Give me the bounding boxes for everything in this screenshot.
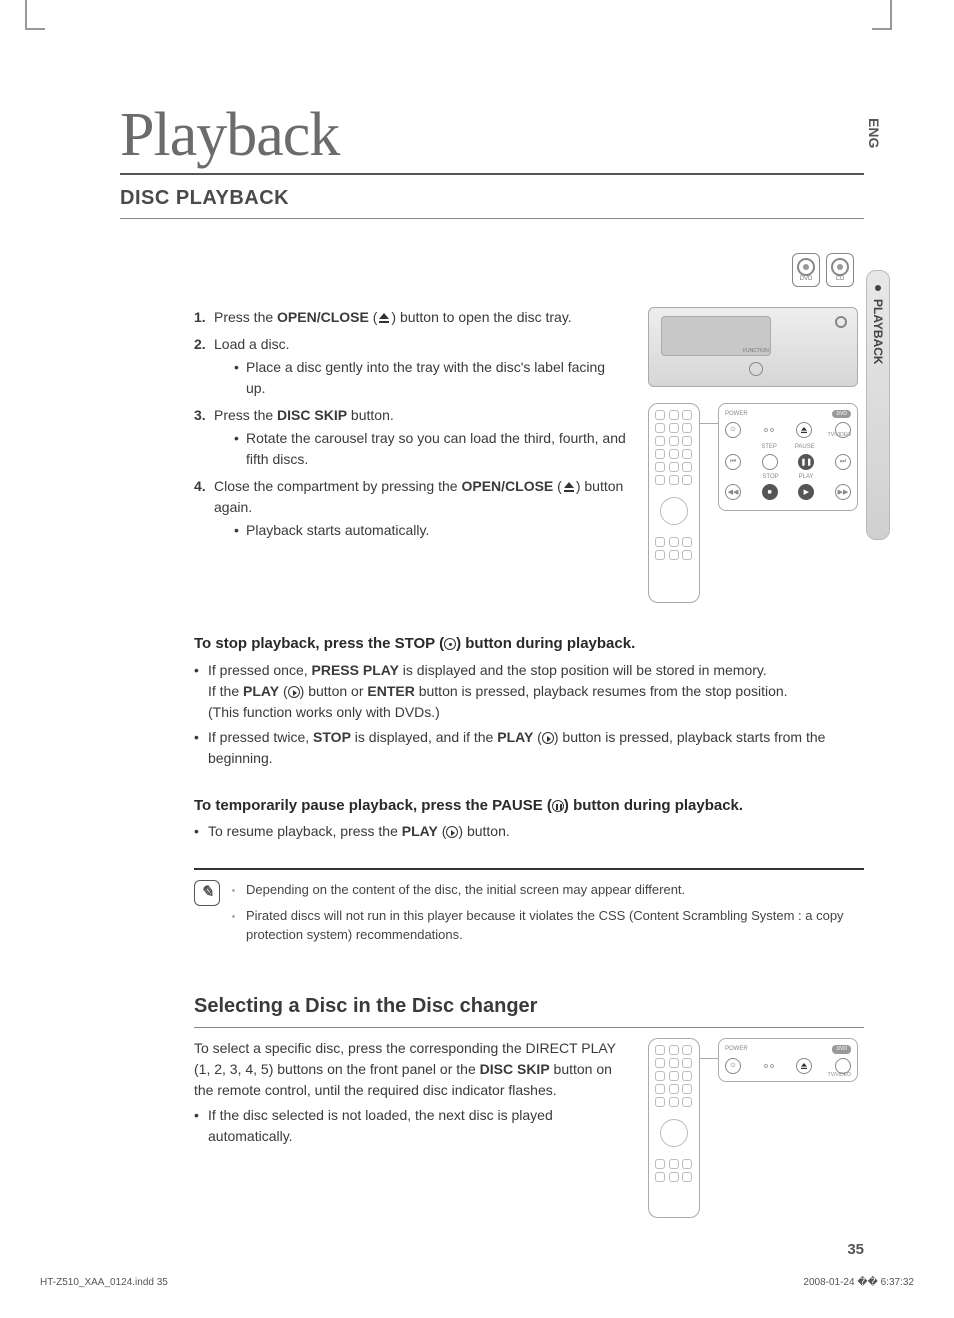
text: button to open the disc tray. xyxy=(396,309,572,325)
open-close-label: OPEN/CLOSE xyxy=(277,309,369,325)
remote-diagram-2: POWER DVD ⏻ TV/VIDEO xyxy=(648,1038,858,1218)
tvvideo-button xyxy=(835,422,851,438)
function-label: FUNCTION xyxy=(743,348,769,354)
dvd-pill: DVD xyxy=(832,410,851,418)
pause-bullet-1: To resume playback, press the PLAY () bu… xyxy=(194,821,864,842)
step-3: 3. Press the DISC SKIP button. Rotate th… xyxy=(194,405,628,470)
step-2-sub: Place a disc gently into the tray with t… xyxy=(214,357,628,399)
footer-filename: HT-Z510_XAA_0124.indd 35 xyxy=(40,1277,168,1288)
dvd-disc-icon: DVD xyxy=(792,253,820,287)
note-1: Depending on the content of the disc, th… xyxy=(232,880,864,900)
cd-disc-icon: CD xyxy=(826,253,854,287)
pause-heading: To temporarily pause playback, press the… xyxy=(194,795,864,818)
stop-heading: To stop playback, press the STOP () butt… xyxy=(194,633,864,656)
power-label: POWER xyxy=(725,411,748,417)
steps-list: 1. Press the OPEN/CLOSE () button to ope… xyxy=(194,307,628,541)
stop-bullet-1: If pressed once, PRESS PLAY is displayed… xyxy=(194,660,864,723)
disc-skip-label: DISC SKIP xyxy=(277,407,347,423)
tvvideo-button xyxy=(835,1058,851,1074)
play-circle-icon xyxy=(542,732,554,744)
text: Close the compartment by pressing the xyxy=(214,478,461,494)
text: Load a disc. xyxy=(214,336,290,352)
cd-label: CD xyxy=(836,276,845,282)
pause-icon: ❚❚ xyxy=(798,454,814,470)
play-circle-icon xyxy=(446,826,458,838)
selecting-text: To select a specific disc, press the cor… xyxy=(194,1038,628,1218)
open-close-label: OPEN/CLOSE xyxy=(461,478,553,494)
remote-body xyxy=(648,403,700,603)
step-4-sub: Playback starts automatically. xyxy=(214,520,628,541)
remote-diagram: POWER DVD ⏻ TV/VIDEO STEP PAUSE xyxy=(648,403,858,603)
note-icon: ✎ xyxy=(194,880,220,906)
note-list: Depending on the content of the disc, th… xyxy=(232,880,864,951)
prev-icon: ⏮ xyxy=(725,454,741,470)
remote-body xyxy=(648,1038,700,1218)
device-illustration: FUNCTION xyxy=(648,307,858,387)
stop-label: STOP xyxy=(762,474,778,480)
text: button. xyxy=(347,407,394,423)
stop-circle-icon xyxy=(444,638,456,650)
step-label: STEP xyxy=(761,444,777,450)
pause-circle-icon xyxy=(552,800,564,812)
control-callout: POWER DVD ⏻ TV/VIDEO STEP PAUSE xyxy=(718,403,858,511)
text: Press the xyxy=(214,407,277,423)
stop-bullet-2: If pressed twice, STOP is displayed, and… xyxy=(194,727,864,769)
rewind-icon: ◀◀ xyxy=(725,484,741,500)
play-circle-icon xyxy=(288,686,300,698)
text: Press the xyxy=(214,309,277,325)
play-icon: ▶ xyxy=(798,484,814,500)
next-icon: ⏭ xyxy=(835,454,851,470)
stop-icon: ■ xyxy=(762,484,778,500)
dvd-label: DVD xyxy=(800,276,813,282)
play-label: PLAY xyxy=(799,474,814,480)
power-label: POWER xyxy=(725,1045,748,1054)
forward-icon: ▶▶ xyxy=(835,484,851,500)
power-icon: ⏻ xyxy=(725,1058,741,1074)
step-1: 1. Press the OPEN/CLOSE () button to ope… xyxy=(194,307,628,328)
pause-label: PAUSE xyxy=(795,444,815,450)
page-title: Playback xyxy=(120,100,864,175)
power-icon: ⏻ xyxy=(725,422,741,438)
eject-icon xyxy=(377,313,391,323)
control-callout-2: POWER DVD ⏻ TV/VIDEO xyxy=(718,1038,858,1082)
step-2: 2. Load a disc. Place a disc gently into… xyxy=(194,334,628,399)
step-button xyxy=(762,454,778,470)
footer-timestamp: 2008-01-24 �� 6:37:32 xyxy=(803,1277,914,1288)
step-4: 4. Close the compartment by pressing the… xyxy=(194,476,628,541)
page-number: 35 xyxy=(847,1241,864,1258)
eject-icon xyxy=(562,482,576,492)
selecting-heading: Selecting a Disc in the Disc changer xyxy=(194,991,864,1028)
section-heading: DISC playback xyxy=(120,187,864,219)
step-3-sub: Rotate the carousel tray so you can load… xyxy=(214,428,628,470)
divider xyxy=(194,868,864,870)
dvd-pill: DVD xyxy=(832,1045,851,1055)
note-2: Pirated discs will not run in this playe… xyxy=(232,906,864,945)
